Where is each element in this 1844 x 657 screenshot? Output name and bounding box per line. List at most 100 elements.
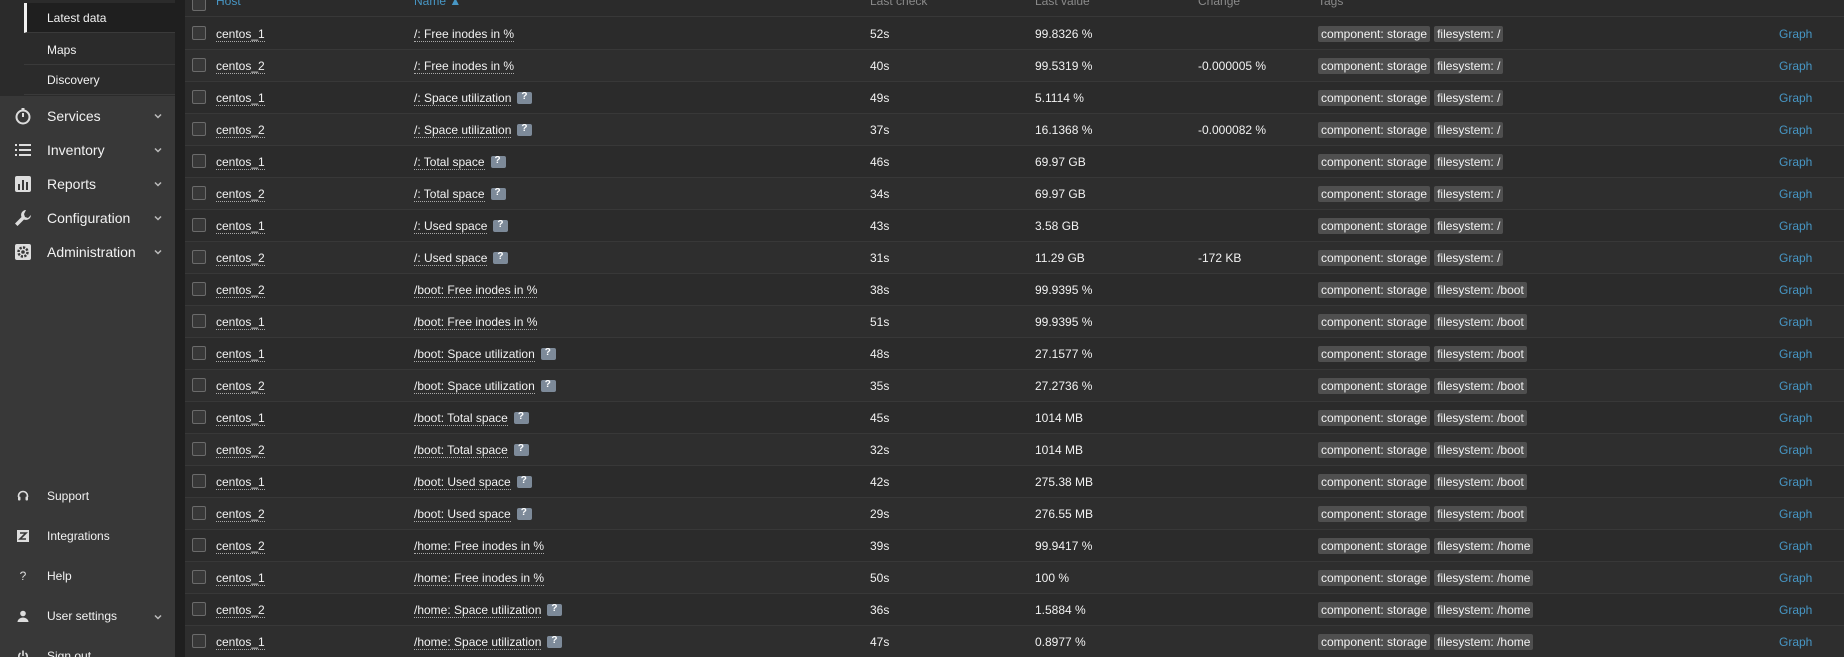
host-link[interactable]: centos_2 <box>216 251 265 266</box>
graph-link[interactable]: Graph <box>1779 27 1812 41</box>
graph-link[interactable]: Graph <box>1779 347 1812 361</box>
description-hint-icon[interactable] <box>516 475 532 488</box>
host-link[interactable]: centos_1 <box>216 155 265 170</box>
description-hint-icon[interactable] <box>513 411 529 424</box>
tag-badge[interactable]: component: storage <box>1318 346 1431 362</box>
row-checkbox[interactable] <box>192 154 206 168</box>
item-name-link[interactable]: /boot: Free inodes in % <box>414 283 538 298</box>
submenu-latest-data[interactable]: Latest data <box>24 3 175 33</box>
tag-badge[interactable]: filesystem: / <box>1434 250 1504 266</box>
tag-badge[interactable]: filesystem: /boot <box>1434 314 1527 330</box>
description-hint-icon[interactable] <box>517 123 533 136</box>
tag-badge[interactable]: component: storage <box>1318 314 1431 330</box>
item-name-link[interactable]: /home: Space utilization <box>414 603 542 618</box>
item-name-link[interactable]: /home: Free inodes in % <box>414 571 545 586</box>
row-checkbox[interactable] <box>192 378 206 392</box>
host-link[interactable]: centos_1 <box>216 571 265 586</box>
graph-link[interactable]: Graph <box>1779 251 1812 265</box>
graph-link[interactable]: Graph <box>1779 443 1812 457</box>
row-checkbox[interactable] <box>192 282 206 296</box>
tag-badge[interactable]: component: storage <box>1318 442 1431 458</box>
tag-badge[interactable]: component: storage <box>1318 250 1431 266</box>
row-checkbox[interactable] <box>192 506 206 520</box>
item-name-link[interactable]: /boot: Space utilization <box>414 347 535 362</box>
tag-badge[interactable]: filesystem: /home <box>1434 538 1534 554</box>
nav-user-settings[interactable]: User settings <box>0 601 175 631</box>
host-link[interactable]: centos_1 <box>216 219 265 234</box>
select-all-checkbox[interactable] <box>192 0 206 11</box>
host-link[interactable]: centos_1 <box>216 635 265 650</box>
item-name-link[interactable]: /: Free inodes in % <box>414 59 515 74</box>
tag-badge[interactable]: filesystem: /home <box>1434 634 1534 650</box>
graph-link[interactable]: Graph <box>1779 123 1812 137</box>
header-host[interactable]: Host <box>216 0 241 8</box>
host-link[interactable]: centos_2 <box>216 507 265 522</box>
tag-badge[interactable]: component: storage <box>1318 378 1431 394</box>
tag-badge[interactable]: filesystem: /home <box>1434 570 1534 586</box>
description-hint-icon[interactable] <box>516 507 532 520</box>
tag-badge[interactable]: component: storage <box>1318 58 1431 74</box>
tag-badge[interactable]: filesystem: / <box>1434 58 1504 74</box>
tag-badge[interactable]: component: storage <box>1318 186 1431 202</box>
row-checkbox[interactable] <box>192 218 206 232</box>
tag-badge[interactable]: filesystem: / <box>1434 26 1504 42</box>
host-link[interactable]: centos_1 <box>216 347 265 362</box>
row-checkbox[interactable] <box>192 442 206 456</box>
tag-badge[interactable]: filesystem: /home <box>1434 602 1534 618</box>
item-name-link[interactable]: /: Total space <box>414 187 485 202</box>
item-name-link[interactable]: /: Space utilization <box>414 123 512 138</box>
tag-badge[interactable]: component: storage <box>1318 474 1431 490</box>
host-link[interactable]: centos_1 <box>216 315 265 330</box>
graph-link[interactable]: Graph <box>1779 155 1812 169</box>
tag-badge[interactable]: filesystem: /boot <box>1434 442 1527 458</box>
host-link[interactable]: centos_1 <box>216 27 265 42</box>
graph-link[interactable]: Graph <box>1779 91 1812 105</box>
description-hint-icon[interactable] <box>547 635 563 648</box>
submenu-maps[interactable]: Maps <box>24 35 175 65</box>
row-checkbox[interactable] <box>192 90 206 104</box>
tag-badge[interactable]: filesystem: / <box>1434 218 1504 234</box>
tag-badge[interactable]: component: storage <box>1318 570 1431 586</box>
item-name-link[interactable]: /: Total space <box>414 155 485 170</box>
graph-link[interactable]: Graph <box>1779 635 1812 649</box>
row-checkbox[interactable] <box>192 186 206 200</box>
tag-badge[interactable]: component: storage <box>1318 634 1431 650</box>
tag-badge[interactable]: filesystem: /boot <box>1434 410 1527 426</box>
tag-badge[interactable]: component: storage <box>1318 506 1431 522</box>
row-checkbox[interactable] <box>192 474 206 488</box>
item-name-link[interactable]: /home: Space utilization <box>414 635 542 650</box>
nav-integrations[interactable]: Integrations <box>0 521 175 551</box>
description-hint-icon[interactable] <box>540 347 556 360</box>
graph-link[interactable]: Graph <box>1779 411 1812 425</box>
row-checkbox[interactable] <box>192 410 206 424</box>
nav-help[interactable]: ? Help <box>0 561 175 591</box>
item-name-link[interactable]: /boot: Used space <box>414 507 511 522</box>
item-name-link[interactable]: /boot: Space utilization <box>414 379 535 394</box>
nav-sign-out[interactable]: Sign out <box>0 641 175 657</box>
item-name-link[interactable]: /boot: Used space <box>414 475 511 490</box>
host-link[interactable]: centos_1 <box>216 91 265 106</box>
description-hint-icon[interactable] <box>493 251 509 264</box>
tag-badge[interactable]: component: storage <box>1318 538 1431 554</box>
tag-badge[interactable]: component: storage <box>1318 122 1431 138</box>
description-hint-icon[interactable] <box>513 443 529 456</box>
description-hint-icon[interactable] <box>517 91 533 104</box>
graph-link[interactable]: Graph <box>1779 571 1812 585</box>
item-name-link[interactable]: /: Space utilization <box>414 91 512 106</box>
row-checkbox[interactable] <box>192 250 206 264</box>
tag-badge[interactable]: filesystem: /boot <box>1434 346 1527 362</box>
nav-support[interactable]: Support <box>0 481 175 511</box>
row-checkbox[interactable] <box>192 634 206 648</box>
tag-badge[interactable]: filesystem: / <box>1434 90 1504 106</box>
host-link[interactable]: centos_2 <box>216 603 265 618</box>
row-checkbox[interactable] <box>192 602 206 616</box>
description-hint-icon[interactable] <box>547 603 563 616</box>
row-checkbox[interactable] <box>192 26 206 40</box>
tag-badge[interactable]: filesystem: / <box>1434 186 1504 202</box>
tag-badge[interactable]: filesystem: / <box>1434 154 1504 170</box>
header-name[interactable]: Name ▲ <box>414 0 461 8</box>
graph-link[interactable]: Graph <box>1779 539 1812 553</box>
row-checkbox[interactable] <box>192 570 206 584</box>
graph-link[interactable]: Graph <box>1779 283 1812 297</box>
item-name-link[interactable]: /boot: Free inodes in % <box>414 315 538 330</box>
